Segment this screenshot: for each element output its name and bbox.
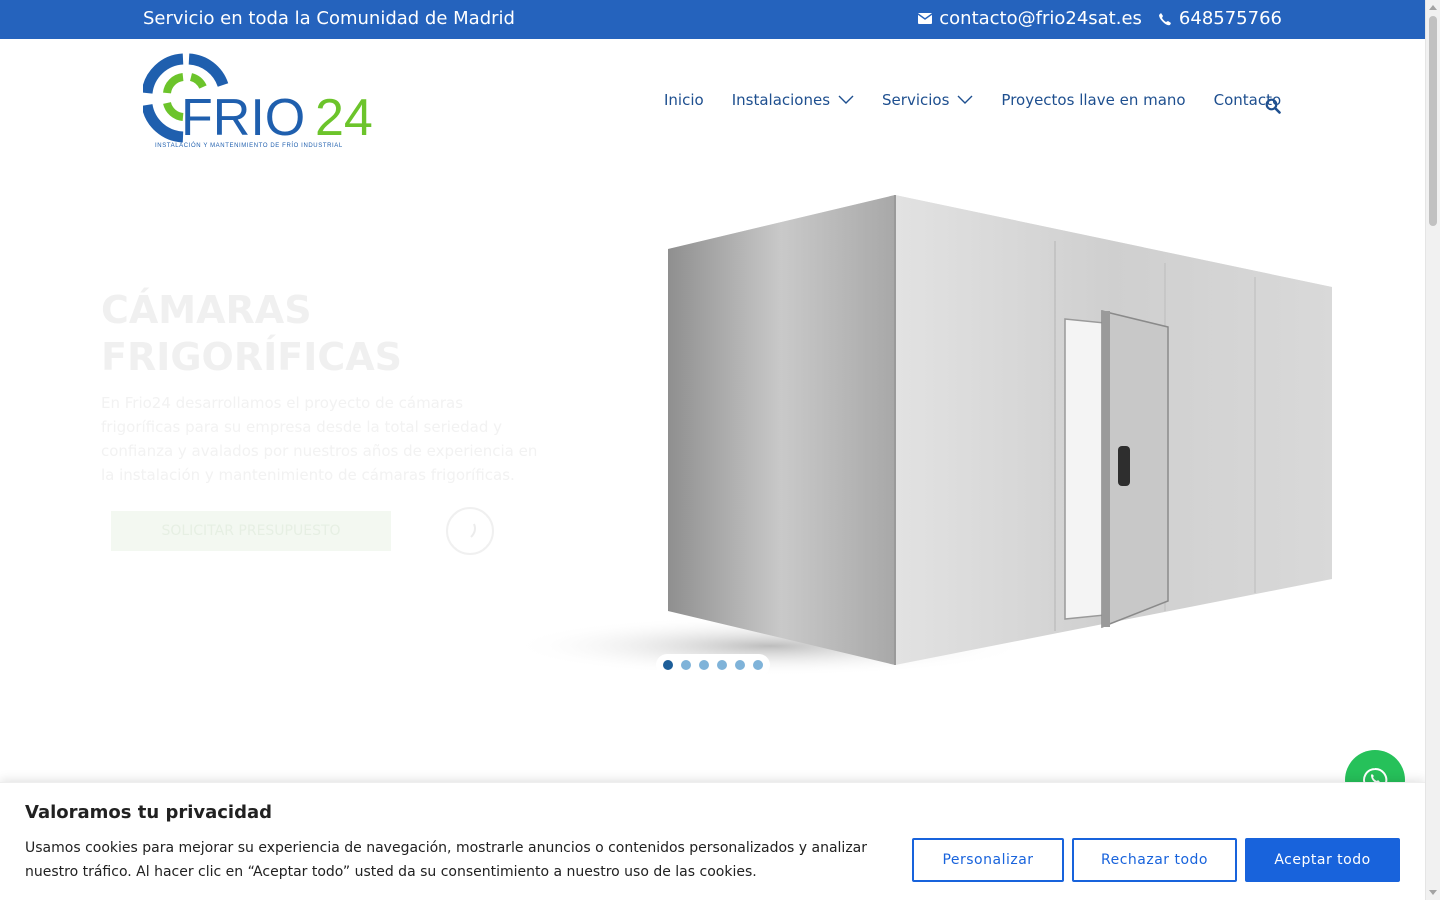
cookie-text: Usamos cookies para mejorar su experienc… [25,840,867,880]
service-area-text: Servicio en toda la Comunidad de Madrid [143,8,515,29]
svg-text:FRIO: FRIO [181,89,305,147]
nav-label: Inicio [664,91,704,109]
frio24-logo[interactable]: FRIO 24 INSTALACIÓN Y MANTENIMIENTO DE F… [141,53,379,151]
cookie-title: Valoramos tu privacidad [25,802,273,823]
nav-label: Instalaciones [731,91,831,109]
phone-link[interactable]: 648575766 [1158,8,1282,29]
customize-button[interactable]: Personalizar [912,838,1064,882]
slider-dot[interactable] [663,660,673,670]
main-nav: Inicio Instalaciones Servicios Proyectos… [664,91,1309,109]
hero-description: En Frio24 desarrollamos el proyecto de c… [101,394,538,484]
quote-button[interactable]: SOLICITAR PRESUPUESTO [111,511,391,551]
envelope-icon [918,13,933,24]
search-icon[interactable] [1265,98,1281,114]
slider-dot[interactable] [753,660,763,670]
cold-room-image [510,191,1340,681]
svg-text:INSTALACIÓN Y MANTENIMIENTO DE: INSTALACIÓN Y MANTENIMIENTO DE FRÍO INDU… [155,142,343,149]
phone-text: 648575766 [1178,8,1282,29]
email-link[interactable]: contacto@frio24sat.es [918,8,1142,29]
slider-dot[interactable] [681,660,691,670]
nav-instalaciones[interactable]: Instalaciones [732,91,854,109]
nav-inicio[interactable]: Inicio [664,91,704,109]
top-bar: Servicio en toda la Comunidad de Madrid … [0,0,1425,39]
slider-dot[interactable] [717,660,727,670]
slider-dot[interactable] [735,660,745,670]
call-button[interactable] [446,507,494,555]
contact-info: contacto@frio24sat.es 648575766 [918,8,1282,29]
nav-proyectos[interactable]: Proyectos llave en mano [1001,91,1185,109]
scroll-down-arrow[interactable] [1429,890,1437,895]
hero-title: CÁMARAS FRIGORÍFICAS [101,288,403,379]
phone-icon [1158,12,1172,26]
hero-slider: CÁMARAS FRIGORÍFICAS En Frio24 desarroll… [0,169,1425,709]
scroll-up-arrow[interactable] [1429,5,1437,10]
page-scrollbar[interactable] [1425,0,1440,900]
chevron-down-icon [957,95,973,104]
nav-label: Servicios [882,91,950,109]
accept-all-button[interactable]: Aceptar todo [1245,838,1400,882]
scrollbar-thumb[interactable] [1429,16,1437,226]
nav-label: Proyectos llave en mano [1001,91,1186,109]
slider-dot[interactable] [699,660,709,670]
site-header: FRIO 24 INSTALACIÓN Y MANTENIMIENTO DE F… [0,39,1425,169]
reject-all-button[interactable]: Rechazar todo [1072,838,1237,882]
nav-servicios[interactable]: Servicios [882,91,973,109]
slider-pagination [656,654,770,676]
email-text: contacto@frio24sat.es [939,8,1142,29]
cookie-banner: Valoramos tu privacidad Usamos cookies p… [0,782,1425,900]
chevron-down-icon [838,95,854,104]
phone-icon [470,523,476,538]
svg-text:24: 24 [315,89,373,147]
